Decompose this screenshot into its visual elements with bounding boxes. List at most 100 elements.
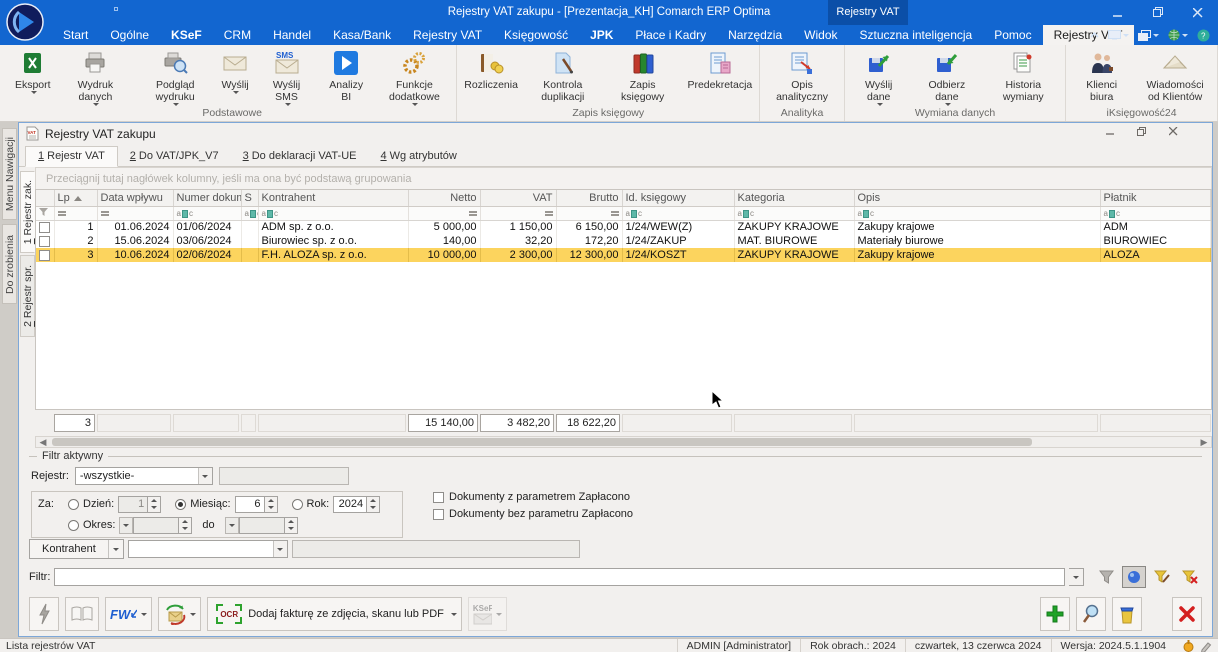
- tab-do-deklaracji-vat-ue[interactable]: 3Do deklaracji VAT-UE: [231, 147, 369, 166]
- nav-strip-do-zrobienia[interactable]: Do zrobienia: [2, 224, 17, 304]
- select-all-header[interactable]: [36, 190, 54, 206]
- menu-tab-pomoc[interactable]: Pomoc: [983, 25, 1042, 45]
- odbierz-dane-button[interactable]: Odbierz dane: [910, 47, 983, 106]
- menu-tab-ksiegowosc[interactable]: Księgowość: [493, 25, 579, 45]
- wyslij-dane-button[interactable]: Wyślij dane: [847, 47, 910, 106]
- row-checkbox[interactable]: [39, 236, 50, 247]
- table-row[interactable]: 1 01.06.2024 01/06/2024 ADM sp. z o.o. 5…: [36, 220, 1211, 234]
- windows-icon[interactable]: [1138, 30, 1159, 41]
- menu-tab-kasa-bank[interactable]: Kasa/Bank: [322, 25, 402, 45]
- row-checkbox[interactable]: [39, 222, 50, 233]
- horizontal-scrollbar[interactable]: ◀ ▶: [35, 436, 1212, 448]
- col-brutto[interactable]: Brutto: [556, 190, 622, 206]
- menu-tab-start[interactable]: Start: [52, 25, 99, 45]
- scroll-right-icon[interactable]: ▶: [1197, 437, 1211, 447]
- miesiac-spinner[interactable]: 6: [235, 496, 278, 513]
- paid-without-checkbox[interactable]: Dokumenty bez parametru Zapłacono: [433, 508, 633, 520]
- delete-button[interactable]: [1112, 597, 1142, 631]
- col-vat[interactable]: VAT: [480, 190, 556, 206]
- ocr-dropdown[interactable]: [447, 597, 462, 631]
- klienci-biura-button[interactable]: Klienci biura: [1068, 47, 1135, 103]
- eksport-button[interactable]: Eksport: [10, 47, 56, 94]
- col-kontrahent[interactable]: Kontrahent: [258, 190, 408, 206]
- filter-cell[interactable]: [97, 206, 173, 220]
- mdi-minimize-icon[interactable]: [1106, 127, 1115, 140]
- tab-wg-atrybutow[interactable]: 4Wg atrybutów: [368, 147, 468, 166]
- rok-radio[interactable]: [292, 499, 303, 510]
- menu-tab-ai[interactable]: Sztuczna inteligencja: [849, 25, 984, 45]
- table-row[interactable]: 2 15.06.2024 03/06/2024 Biurowiec sp. z …: [36, 234, 1211, 248]
- rejestr-combo[interactable]: -wszystkie-: [75, 467, 213, 485]
- filter-cell[interactable]: [1100, 206, 1211, 220]
- wiadomosci-button[interactable]: Wiadomości od Klientów: [1135, 47, 1215, 103]
- side-tab-rejestr-spr[interactable]: 2 Rejestr spr.: [20, 255, 35, 337]
- globe-icon[interactable]: [1168, 29, 1188, 41]
- rok-spinner[interactable]: 2024: [333, 496, 380, 513]
- tab-do-vat-jpk-v7[interactable]: 2Do VAT/JPK_V7: [118, 147, 231, 166]
- renumber-dropdown[interactable]: [186, 597, 201, 631]
- restore-icon[interactable]: [1138, 0, 1178, 25]
- book-button[interactable]: [65, 597, 99, 631]
- mdi-restore-icon[interactable]: [1137, 127, 1147, 140]
- col-netto[interactable]: Netto: [408, 190, 480, 206]
- filter-cell[interactable]: [54, 206, 97, 220]
- chevron-down-icon[interactable]: [108, 540, 123, 558]
- groupby-bar[interactable]: Przeciągnij tutaj nagłówek kolumny, jeśl…: [35, 167, 1212, 189]
- col-numer-dokumentu[interactable]: Numer dokume...: [173, 190, 241, 206]
- menu-tab-widok[interactable]: Widok: [793, 25, 848, 45]
- filter-cell[interactable]: [622, 206, 734, 220]
- row-checkbox[interactable]: [39, 250, 50, 261]
- zapis-ksiegowy-button[interactable]: Zapis księgowy: [603, 47, 683, 103]
- menu-tab-place-kadry[interactable]: Płace i Kadry: [624, 25, 717, 45]
- comarch-logo-icon[interactable]: [6, 3, 44, 41]
- dzien-radio[interactable]: [68, 499, 79, 510]
- mdi-close-icon[interactable]: [1169, 127, 1178, 140]
- chevron-down-icon[interactable]: [198, 468, 212, 484]
- fw-dropdown[interactable]: [137, 597, 152, 631]
- nav-strip-menu-nawigacji[interactable]: Menu Nawigacji: [2, 128, 17, 220]
- miesiac-radio[interactable]: [175, 499, 186, 510]
- close-window-button[interactable]: [1172, 597, 1202, 631]
- scrollbar-thumb[interactable]: [52, 438, 1032, 446]
- scroll-left-icon[interactable]: ◀: [36, 437, 50, 447]
- col-platnik[interactable]: Płatnik: [1100, 190, 1211, 206]
- opis-analityczny-button[interactable]: Opis analityczny: [762, 47, 842, 103]
- tab-rejestr-vat[interactable]: 1Rejestr VAT: [25, 146, 118, 167]
- wyslij-sms-button[interactable]: SMS Wyślij SMS: [255, 47, 318, 106]
- filter-cell[interactable]: [258, 206, 408, 220]
- filter-cell[interactable]: [734, 206, 854, 220]
- menu-tab-crm[interactable]: CRM: [213, 25, 262, 45]
- pencil-icon[interactable]: [1200, 640, 1212, 652]
- podglad-wydruku-button[interactable]: Podgląd wydruku: [135, 47, 215, 106]
- menu-tab-jpk[interactable]: JPK: [579, 25, 624, 45]
- add-button[interactable]: [1040, 597, 1070, 631]
- filter-cell[interactable]: [408, 206, 480, 220]
- paid-with-checkbox[interactable]: Dokumenty z parametrem Zapłacono: [433, 491, 633, 503]
- menu-tab-ogolne[interactable]: Ogólne: [99, 25, 160, 45]
- menu-tab-handel[interactable]: Handel: [262, 25, 322, 45]
- view-button[interactable]: [1076, 597, 1106, 631]
- filter-clear-button[interactable]: [1178, 566, 1202, 588]
- menu-tab-rejestry-vat[interactable]: Rejestry VAT: [402, 25, 493, 45]
- wydruk-danych-button[interactable]: Wydruk danych: [56, 47, 136, 106]
- table-row-selected[interactable]: 3 10.06.2024 02/06/2024 F.H. ALOZA sp. z…: [36, 248, 1211, 262]
- col-lp[interactable]: Lp: [54, 190, 97, 206]
- rozliczenia-button[interactable]: Rozliczenia: [459, 47, 523, 91]
- filtr-input[interactable]: [54, 568, 1065, 586]
- qf-button[interactable]: [29, 597, 59, 631]
- kontrahent-combo[interactable]: [128, 540, 288, 558]
- chevron-down-icon[interactable]: [273, 541, 287, 557]
- historia-wymiany-button[interactable]: Historia wymiany: [983, 47, 1063, 103]
- presentation-icon[interactable]: [1108, 30, 1129, 40]
- filter-apply-button[interactable]: [1094, 566, 1118, 588]
- filter-edit-button[interactable]: [1150, 566, 1174, 588]
- help-chat-icon[interactable]: ?: [1197, 29, 1210, 42]
- chevron-down-icon[interactable]: [1069, 568, 1084, 586]
- filter-cell[interactable]: [241, 206, 258, 220]
- filter-cell[interactable]: [854, 206, 1100, 220]
- close-icon[interactable]: [1178, 0, 1218, 25]
- wyslij-button[interactable]: Wyślij: [215, 47, 255, 94]
- filter-builder-button[interactable]: [1122, 566, 1146, 588]
- kontrola-duplikacji-button[interactable]: Kontrola duplikacji: [523, 47, 603, 103]
- menu-tab-ksef[interactable]: KSeF: [160, 25, 213, 45]
